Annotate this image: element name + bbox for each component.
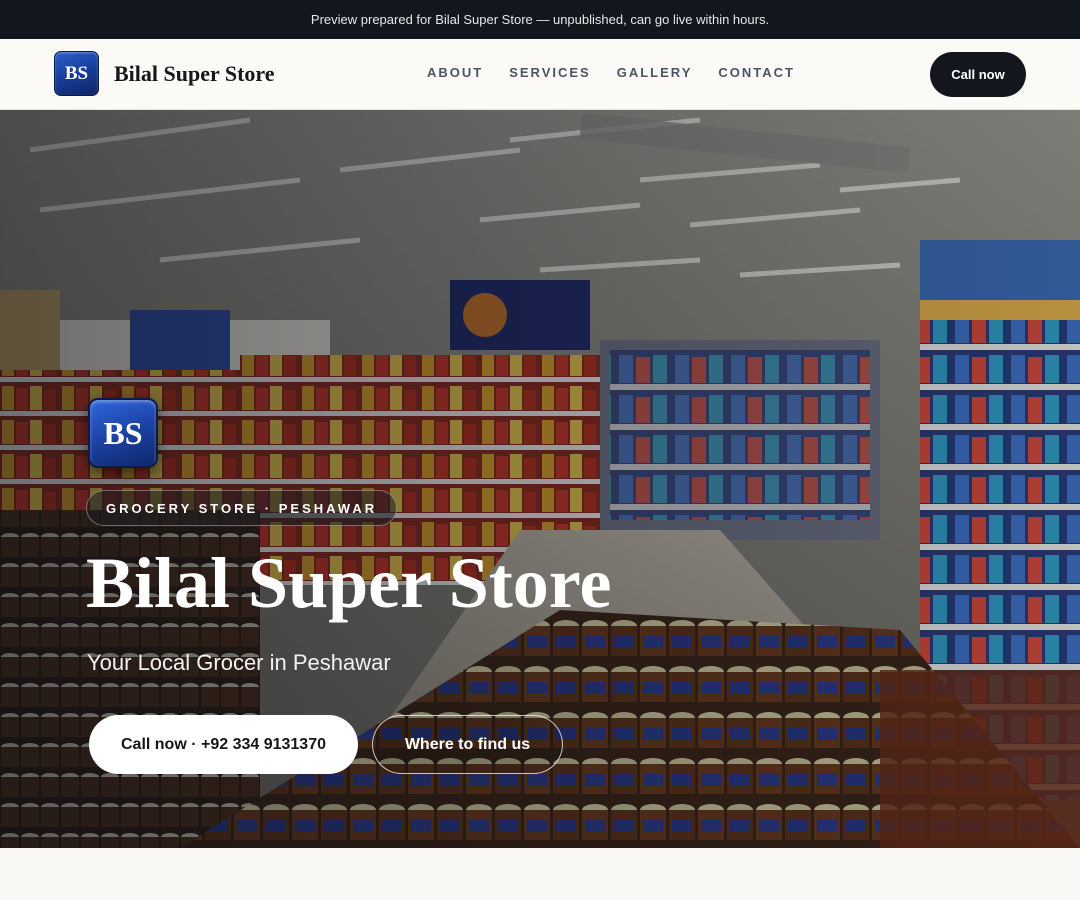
hero-subtitle: Your Local Grocer in Peshawar [87, 650, 391, 675]
brand-logo-text: BS [64, 62, 89, 84]
nav-services[interactable]: SERVICES [509, 65, 591, 80]
hero-tag: GROCERY STORE · PESHAWAR [86, 490, 398, 526]
brand-name: Bilal Super Store [114, 60, 275, 86]
brand-link[interactable]: BS Bilal Super Store [54, 51, 275, 96]
find-us-button[interactable]: Where to find us [372, 715, 563, 774]
nav-contact[interactable]: CONTACT [718, 65, 795, 80]
hero-section: BS GROCERY STORE · PESHAWAR Bilal Super … [0, 110, 1080, 848]
announcement-text: Preview prepared for Bilal Super Store —… [310, 12, 770, 27]
main-nav: ABOUT SERVICES GALLERY CONTACT [427, 65, 795, 80]
header-call-button[interactable]: Call now [930, 52, 1026, 97]
announcement-bar: Preview prepared for Bilal Super Store —… [0, 0, 1080, 39]
nav-about[interactable]: ABOUT [427, 65, 483, 80]
hero-logo: BS [88, 398, 158, 468]
hero-logo-text: BS [103, 414, 143, 451]
hero-title: Bilal Super Store [86, 543, 612, 623]
site-header: BS Bilal Super Store ABOUT SERVICES GALL… [0, 39, 1080, 110]
nav-gallery[interactable]: GALLERY [617, 65, 693, 80]
call-now-button[interactable]: Call now · +92 334 9131370 [89, 715, 358, 774]
brand-logo: BS [54, 51, 99, 96]
